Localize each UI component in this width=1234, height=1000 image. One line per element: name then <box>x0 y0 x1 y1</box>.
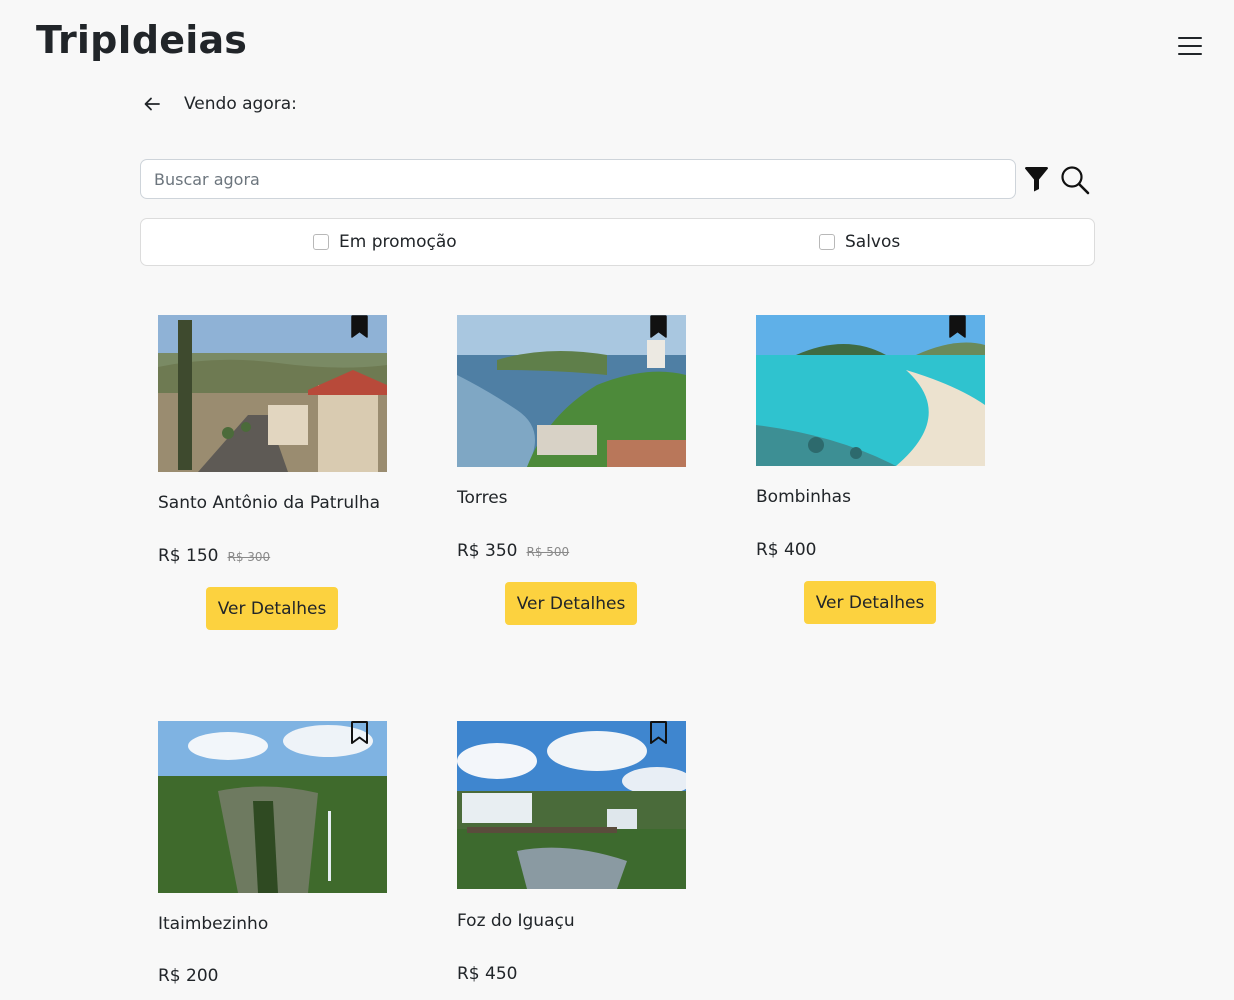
price-row: R$ 200 <box>158 966 218 986</box>
checkbox-box[interactable] <box>819 234 835 250</box>
funnel-filter-icon[interactable] <box>1024 166 1049 192</box>
price-row: R$ 450 <box>457 964 517 984</box>
search-input[interactable] <box>140 159 1016 199</box>
brand-logo[interactable]: TripIdeias <box>36 18 247 62</box>
checkbox-box[interactable] <box>313 234 329 250</box>
destination-photo[interactable] <box>158 315 387 472</box>
saved-checkbox[interactable]: Salvos <box>819 232 900 252</box>
price: R$ 400 <box>756 540 817 560</box>
checkbox-label: Em promoção <box>339 232 457 252</box>
old-price: R$ 500 <box>526 545 570 559</box>
destination-photo[interactable] <box>756 315 985 466</box>
price-row: R$ 150 R$ 300 <box>158 546 270 566</box>
bookmark-outline-icon[interactable] <box>649 721 668 744</box>
arrow-left-icon[interactable] <box>142 94 162 114</box>
magnifier-search-icon[interactable] <box>1060 165 1090 195</box>
page-title: Vendo agora: <box>184 94 297 114</box>
page-nav: Vendo agora: <box>142 90 297 118</box>
price-row: R$ 400 <box>756 540 816 560</box>
destination-photo[interactable] <box>457 315 686 467</box>
old-price: R$ 300 <box>227 550 271 564</box>
filter-panel: Em promoção Salvos <box>140 218 1095 266</box>
details-button[interactable]: Ver Detalhes <box>804 581 936 624</box>
price: R$ 450 <box>457 964 518 984</box>
destination-name: Bombinhas <box>756 487 851 507</box>
bookmark-filled-icon[interactable] <box>649 315 668 338</box>
bookmark-outline-icon[interactable] <box>350 721 369 744</box>
price: R$ 350 <box>457 541 518 561</box>
destination-photo[interactable] <box>457 721 686 889</box>
hamburger-menu-icon[interactable] <box>1176 32 1204 60</box>
bookmark-filled-icon[interactable] <box>350 315 369 338</box>
price: R$ 150 <box>158 546 219 566</box>
destination-name: Torres <box>457 488 508 508</box>
destination-photo[interactable] <box>158 721 387 893</box>
destination-name: Santo Antônio da Patrulha <box>158 493 381 513</box>
details-button[interactable]: Ver Detalhes <box>206 587 338 630</box>
bookmark-filled-icon[interactable] <box>948 315 967 338</box>
destination-name: Itaimbezinho <box>158 914 269 934</box>
destination-name: Foz do Iguaçu <box>457 911 575 931</box>
details-button[interactable]: Ver Detalhes <box>505 582 637 625</box>
price: R$ 200 <box>158 966 219 986</box>
checkbox-label: Salvos <box>845 232 901 252</box>
price-row: R$ 350 R$ 500 <box>457 541 569 561</box>
promo-checkbox[interactable]: Em promoção <box>313 232 457 252</box>
